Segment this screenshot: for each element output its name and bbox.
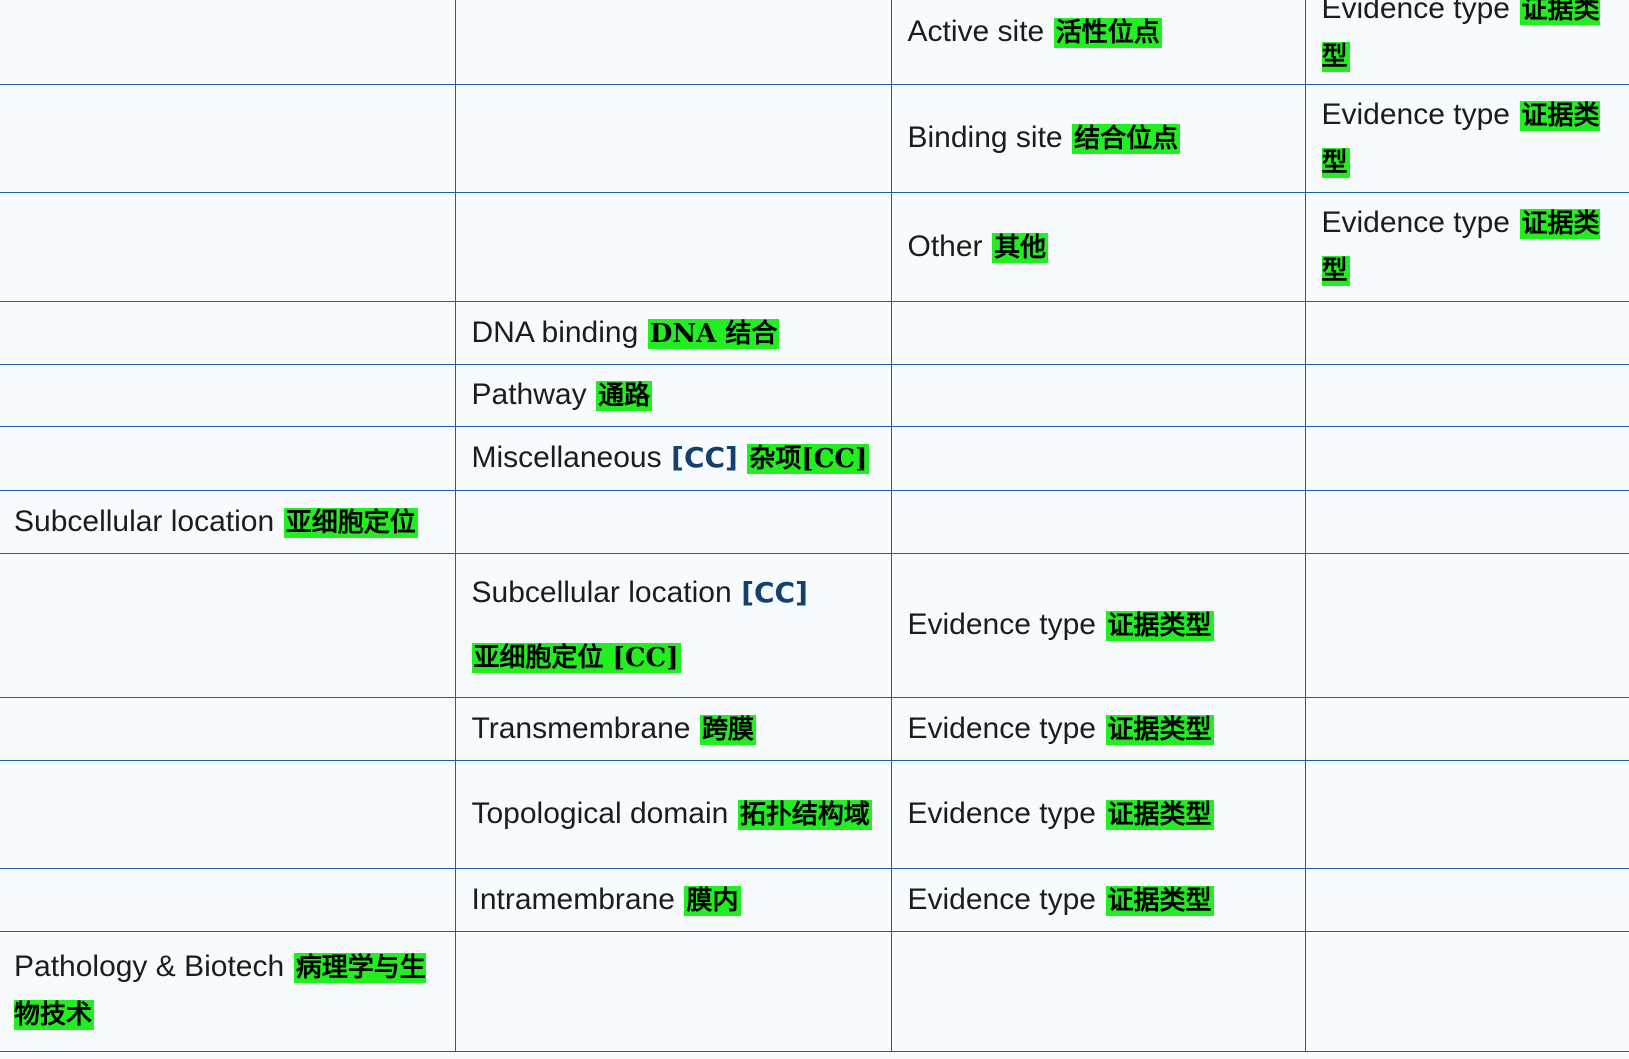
label-en: Binding site [907,121,1063,154]
translation-zh: 跨膜 [700,714,757,745]
cell-evidence: Evidence type 证据类型 [890,868,1306,932]
cell-evidence: Evidence type 证据类型 [890,697,1306,761]
translation-zh: 证据类型 [1105,885,1214,916]
label-en: Evidence type [1321,97,1510,131]
cell-section: Subcellular location 亚细胞定位 [0,490,456,554]
table-row: Other 其他 Evidence type 证据类型 [0,192,1629,302]
label-en: Evidence type [907,797,1096,830]
cell-empty [1304,697,1629,761]
cell-empty [0,553,456,698]
label-en: Pathway [471,378,587,411]
table-container: Active site 活性位点 Evidence type 证据类型 Bind… [0,0,1629,1052]
cell-evidence: Evidence type 证据类型 [890,760,1306,869]
label-en: Miscellaneous [471,441,662,474]
cell-field: Topological domain 拓扑结构域 [454,760,892,869]
label-en: Evidence type [907,608,1096,641]
translation-zh: 亚细胞定位 [CC] [471,643,681,673]
cell-empty [0,301,456,365]
label-en: Topological domain [471,797,729,830]
translation-zh: 通路 [596,381,653,411]
cell-field: Transmembrane 跨膜 [454,697,892,761]
cell-empty [1304,553,1629,698]
translation-zh: 亚细胞定位 [283,507,418,538]
translation-zh: 证据类型 [1105,611,1214,641]
cell-field: DNA binding DNA 结合 [454,301,892,365]
cell-empty [890,364,1306,427]
cell-field: Pathway 通路 [454,364,892,427]
cell-evidence: Evidence type 证据类型 [1304,84,1629,193]
table-row: Intramembrane 膜内 Evidence type 证据类型 [0,868,1629,932]
label-en: Subcellular location [471,576,732,609]
cell-empty [890,490,1306,554]
translation-zh: 膜内 [684,885,741,916]
table-row: Active site 活性位点 Evidence type 证据类型 [0,0,1629,85]
cell-empty [454,192,892,302]
cell-evidence: Evidence type 证据类型 [1304,0,1629,85]
cell-empty [0,426,456,491]
cell-empty [1304,931,1629,1052]
cell-empty [0,192,456,302]
translation-zh: DNA 结合 [647,318,780,349]
cell-empty [0,364,456,427]
cell-empty [1304,868,1629,932]
cell-field: Intramembrane 膜内 [454,868,892,932]
table-row: Subcellular location 亚细胞定位 [0,490,1629,554]
label-en: Subcellular location [14,504,275,538]
translation-zh: 拓扑结构域 [737,800,872,830]
label-en: Pathology & Biotech [14,950,285,983]
table-row: DNA binding DNA 结合 [0,301,1629,365]
cell-empty [0,697,456,761]
cell-empty [0,0,456,85]
table-row: Pathology & Biotech 病理学与生物技术 [0,931,1629,1052]
cc-tag: [CC] [671,441,738,474]
cell-empty [0,760,456,869]
translation-zh: 结合位点 [1072,124,1181,154]
translation-zh: 活性位点 [1053,18,1162,48]
cell-section: Pathology & Biotech 病理学与生物技术 [0,931,456,1052]
translation-zh: 杂项[CC] [747,444,870,474]
cell-empty [890,931,1306,1052]
label-en: Active site [907,15,1045,48]
label-en: Evidence type [1321,0,1510,25]
table-row: Topological domain 拓扑结构域 Evidence type 证… [0,760,1629,869]
cell-empty [454,931,892,1052]
table-row: Binding site 结合位点 Evidence type 证据类型 [0,84,1629,193]
label-en: DNA binding [471,315,639,349]
cell-evidence: Evidence type 证据类型 [1304,192,1629,302]
label-en: Evidence type [907,882,1096,916]
field-mapping-table: Active site 活性位点 Evidence type 证据类型 Bind… [0,0,1629,1052]
translation-zh: 证据类型 [1105,714,1214,745]
cell-empty [1304,301,1629,365]
label-en: Evidence type [907,711,1096,745]
cell-feature: Binding site 结合位点 [890,84,1306,193]
label-en: Other [907,229,983,263]
table-row: Subcellular location [CC] 亚细胞定位 [CC] Evi… [0,553,1629,698]
cell-field: Subcellular location [CC] 亚细胞定位 [CC] [454,553,892,698]
cell-empty [0,84,456,193]
cell-evidence: Evidence type 证据类型 [890,553,1306,698]
cell-empty [454,84,892,193]
cell-empty [1304,760,1629,869]
cell-feature: Other 其他 [890,192,1306,302]
cell-empty [1304,426,1629,491]
cc-tag: [CC] [741,576,808,609]
translation-zh: 证据类型 [1105,800,1214,830]
cell-empty [1304,490,1629,554]
table-row: Miscellaneous [CC] 杂项[CC] [0,426,1629,491]
cell-field: Miscellaneous [CC] 杂项[CC] [454,426,892,491]
table-row: Pathway 通路 [0,364,1629,427]
label-en: Evidence type [1321,206,1510,239]
label-en: Intramembrane [471,882,675,916]
translation-zh: 其他 [992,232,1049,263]
cell-feature: Active site 活性位点 [890,0,1306,85]
cell-empty [454,0,892,85]
cell-empty [890,426,1306,491]
cell-empty [1304,364,1629,427]
table-row: Transmembrane 跨膜 Evidence type 证据类型 [0,697,1629,761]
cell-empty [890,301,1306,365]
cell-empty [0,868,456,932]
label-en: Transmembrane [471,711,691,745]
cell-empty [454,490,892,554]
